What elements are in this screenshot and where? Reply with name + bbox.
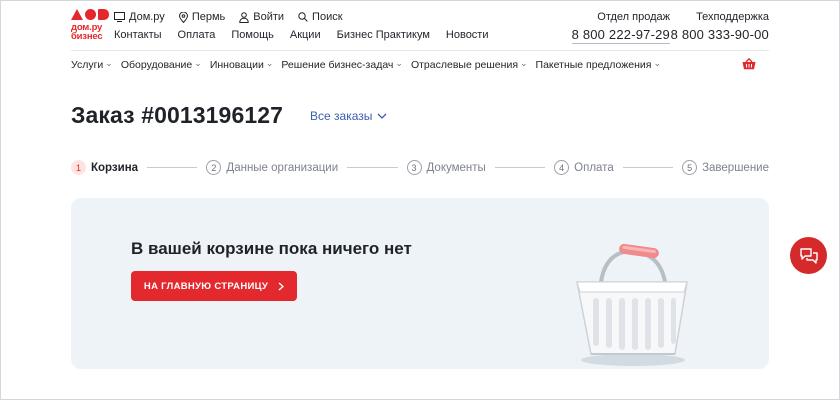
login-link[interactable]: Войти <box>239 11 284 23</box>
nav-promos[interactable]: Акции <box>290 29 321 41</box>
step-label: Завершение <box>702 161 769 174</box>
all-orders-dropdown[interactable]: Все заказы <box>310 109 387 123</box>
nav-payment[interactable]: Оплата <box>178 29 216 41</box>
menu-equipment[interactable]: Оборудование <box>121 59 202 71</box>
step-label: Данные организации <box>226 161 339 174</box>
step-label: Оплата <box>574 161 614 174</box>
chat-button[interactable] <box>790 237 827 274</box>
location-pin-icon <box>178 11 188 23</box>
support-phone[interactable]: 8 800 333-90-00 <box>671 27 769 42</box>
home-page-button[interactable]: НА ГЛАВНУЮ СТРАНИЦУ <box>131 271 297 301</box>
domru-link[interactable]: Дом.ру <box>114 11 165 23</box>
nav-business-practicum[interactable]: Бизнес Практикум <box>337 29 430 41</box>
logo-text: дом.ру бизнес <box>71 22 103 42</box>
step-label: Документы <box>426 161 486 174</box>
step-label: Корзина <box>91 161 139 174</box>
logo-circle <box>85 9 96 20</box>
cart-icon[interactable] <box>742 58 756 70</box>
top-utility-bar: Дом.ру Пермь Войти Поиск <box>114 11 343 23</box>
checkout-stepper: 1 Корзина 2 Данные организации 3 Докумен… <box>71 159 769 176</box>
step-number: 5 <box>682 160 698 175</box>
city-label: Пермь <box>191 11 226 23</box>
user-icon <box>239 11 249 23</box>
domru-link-label: Дом.ру <box>129 11 165 23</box>
main-menu: Услуги Оборудование Инновации Решение би… <box>71 59 661 71</box>
step-organization-data: 2 Данные организации <box>206 160 338 175</box>
logo[interactable]: дом.ру бизнес <box>71 9 111 41</box>
menu-bundles[interactable]: Пакетные предложения <box>536 59 662 71</box>
login-label: Войти <box>253 11 285 23</box>
step-connector <box>494 167 546 168</box>
logo-square <box>98 9 109 20</box>
menu-industry-solutions[interactable]: Отраслевые решения <box>411 59 528 71</box>
step-completion: 5 Завершение <box>682 160 769 175</box>
menu-business-solutions[interactable]: Решение бизнес-задач <box>281 59 403 71</box>
chat-bubbles-icon <box>799 247 818 264</box>
menu-services[interactable]: Услуги <box>71 59 113 71</box>
sales-contact: Отдел продаж 8 800 222-97-29 <box>571 11 670 44</box>
header-divider <box>71 50 769 51</box>
support-label: Техподдержка <box>696 11 769 23</box>
empty-cart-card: В вашей корзине пока ничего нет НА ГЛАВН… <box>71 198 769 369</box>
step-connector <box>347 167 398 168</box>
step-payment: 4 Оплата <box>554 160 614 175</box>
city-selector[interactable]: Пермь <box>178 11 226 23</box>
secondary-nav: Контакты Оплата Помощь Акции Бизнес Прак… <box>114 29 489 41</box>
step-number: 1 <box>71 160 86 175</box>
search-label: Поиск <box>312 11 343 23</box>
step-connector <box>622 167 674 168</box>
step-connector <box>147 167 198 168</box>
order-title: Заказ #0013196127 <box>71 102 284 128</box>
nav-contacts[interactable]: Контакты <box>114 29 162 41</box>
empty-cart-title: В вашей корзине пока ничего нет <box>131 239 412 258</box>
support-contact: Техподдержка 8 800 333-90-00 <box>671 11 769 42</box>
step-number: 2 <box>206 160 222 175</box>
sales-label: Отдел продаж <box>597 11 670 23</box>
nav-news[interactable]: Новости <box>446 29 489 41</box>
search-icon <box>298 12 308 22</box>
empty-basket-illustration <box>576 243 688 366</box>
menu-innovations[interactable]: Инновации <box>210 59 274 71</box>
step-documents: 3 Документы <box>406 160 486 175</box>
all-orders-label: Все заказы <box>310 109 373 123</box>
nav-help[interactable]: Помощь <box>231 29 274 41</box>
monitor-icon <box>114 12 125 22</box>
step-number: 3 <box>406 160 422 175</box>
logo-triangle <box>71 9 83 20</box>
home-page-button-label: НА ГЛАВНУЮ СТРАНИЦУ <box>143 280 269 292</box>
step-number: 4 <box>554 160 570 175</box>
chevron-down-icon <box>377 113 387 119</box>
chevron-right-icon <box>278 281 285 291</box>
step-cart: 1 Корзина <box>71 160 138 175</box>
search-link[interactable]: Поиск <box>298 11 343 23</box>
sales-phone[interactable]: 8 800 222-97-29 <box>571 27 670 44</box>
